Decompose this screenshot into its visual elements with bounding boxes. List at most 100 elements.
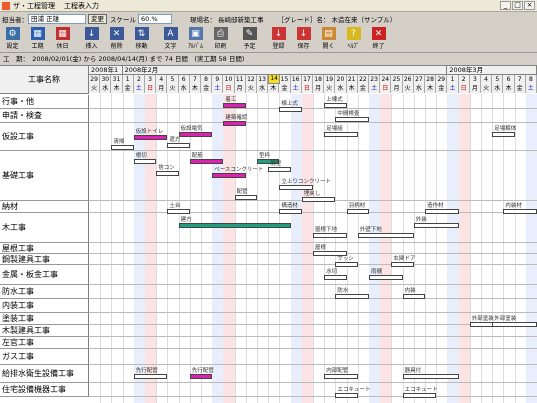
day-gridline [357,94,359,403]
task-bar[interactable] [167,209,190,214]
row-label: 木工事 [0,213,89,243]
insert-button[interactable]: ↓ 挿入 [79,25,104,52]
weekday: 木 [425,84,437,93]
task-bar[interactable] [402,393,437,398]
day-number: 22 [357,75,369,84]
task-bar[interactable] [313,233,347,238]
holiday-button[interactable]: ▦ 休日 [50,25,75,52]
settings-button[interactable]: ⚙ 設定 [0,25,25,52]
task-bar[interactable] [413,223,459,228]
task-bar[interactable] [335,294,369,299]
task-bar[interactable] [503,209,537,214]
print-button[interactable]: ⎙ 印刷 [208,25,233,52]
task-bar[interactable] [324,103,347,108]
task-bar[interactable] [346,209,369,214]
task-bar[interactable] [279,185,313,190]
gantt-chart: 工事名称 2008年1月2008年2月2008年3月29火30水31木1金2土3… [0,65,537,403]
plan-button[interactable]: ✎ 予定 [237,25,262,52]
task-label: 中間検査 [337,111,360,117]
task-bar[interactable] [178,223,291,228]
task-bar[interactable] [133,135,168,140]
task-label: ベースコンクリート [214,167,264,173]
day-gridline [268,94,270,403]
save-button[interactable]: ↓ 保存 [291,25,316,52]
task-bar[interactable] [301,197,336,202]
task-bar[interactable] [133,159,157,164]
weekday: 木 [189,84,201,93]
task-bar[interactable] [234,195,257,200]
scale-label: スケール [110,15,136,24]
task-bar[interactable] [324,275,347,280]
day-number: 8 [201,75,213,84]
task-label: 外装 [415,217,427,223]
album-button[interactable]: ▣ ｱﾙﾊﾞﾑ [183,25,208,52]
delete-button[interactable]: ✕ 削除 [104,25,129,52]
manager-label: 担当者： [2,15,28,24]
task-bar[interactable] [492,132,515,137]
change-manager-button[interactable]: 変更 [88,13,107,24]
move-button[interactable]: ⇅ 移動 [129,25,154,52]
register-button[interactable]: ↓ 登録 [266,25,291,52]
task-bar[interactable] [223,103,246,108]
task-bar[interactable] [167,143,190,148]
row-label: 行事・他 [0,95,89,109]
day-number: 12 [245,75,257,84]
weekday: 土 [447,84,459,93]
task-bar[interactable] [391,262,414,267]
row-divider [89,122,537,123]
task-bar[interactable] [189,374,213,379]
day-gridline [279,94,281,403]
help-button[interactable]: ? ﾍﾙﾌﾟ [341,25,366,52]
task-bar[interactable] [268,167,291,172]
day-number: 23 [369,75,381,84]
day-gridline [234,94,236,403]
task-label: 内装 [404,288,416,294]
grade-name: 木造在来（サンプル） [331,15,397,24]
task-bar[interactable] [223,121,246,126]
task-bar[interactable] [335,393,358,398]
task-bar[interactable] [324,132,358,137]
scale-select[interactable]: 60.% [138,13,172,24]
task-bar[interactable] [357,233,414,238]
task-bar[interactable] [178,132,213,137]
day-number: 4 [156,75,168,84]
task-bar[interactable] [402,374,459,379]
open-button[interactable]: ▤ 開く [316,25,341,52]
task-bar[interactable] [189,159,224,164]
task-bar[interactable] [369,275,403,280]
minimize-icon[interactable]: _ [500,1,511,10]
open-label: 開く [322,43,335,50]
text-button[interactable]: A 文字 [158,25,183,52]
menu-item-schedule-input[interactable]: 工程表入力 [64,1,99,11]
maximize-icon[interactable]: □ [512,1,523,10]
manager-field[interactable]: 田浦 正雄 [28,13,86,24]
day-number: 18 [313,75,325,84]
menu-item-app[interactable]: ザ・工程管理 [13,1,55,11]
task-bar[interactable] [335,117,369,122]
task-bar[interactable] [133,374,168,379]
task-label: 構造材 [281,203,298,209]
day-number: 8 [525,75,537,84]
task-label: 屋根下地 [315,227,338,233]
task-bar[interactable] [335,262,358,267]
task-bar[interactable] [279,209,302,214]
task-bar[interactable] [402,294,425,299]
schedule-button[interactable]: ▦ 工期 [25,25,50,52]
name-column-header: 工事名称 [0,66,89,94]
task-bar[interactable] [279,107,302,112]
task-bar[interactable] [492,322,537,327]
task-bar[interactable] [324,374,358,379]
day-gridline [469,94,471,403]
register-label: 登録 [272,43,285,50]
weekday: 土 [290,84,302,93]
close-icon[interactable]: × [524,1,535,10]
row-label: 住宅設備機器工事 [0,383,89,397]
task-label: 外壁下地 [359,227,382,233]
month-header: 2008年3月 [447,66,537,75]
task-bar[interactable] [111,145,134,150]
task-bar[interactable] [156,171,179,176]
task-bar[interactable] [212,173,246,178]
exit-button[interactable]: ✕ 終了 [366,25,391,52]
task-label: 先行配管 [191,368,214,374]
task-bar[interactable] [425,209,459,214]
